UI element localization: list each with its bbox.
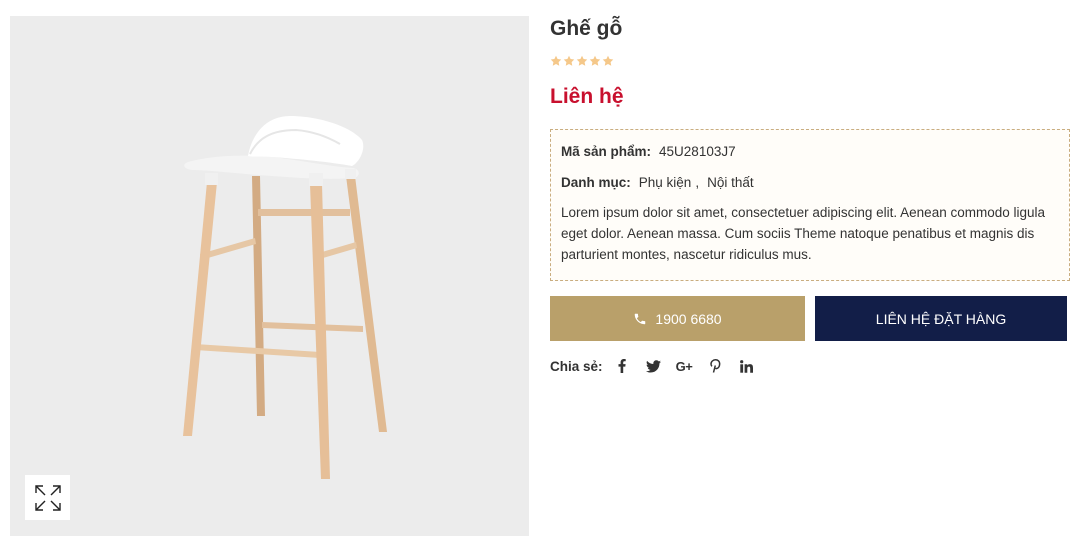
share-twitter-button[interactable] [638, 356, 669, 376]
share-google-plus-button[interactable]: G+ [669, 356, 700, 376]
category-separator: , [695, 174, 700, 190]
product-meta-box: Mã sản phẩm: 45U28103J7 Danh mục: Phụ ki… [550, 129, 1070, 281]
share-label: Chia sẻ: [550, 358, 603, 374]
share-linkedin-button[interactable] [731, 356, 762, 376]
star-icon [550, 55, 562, 66]
linkedin-icon [739, 359, 753, 373]
star-icon [589, 55, 601, 66]
sku-value: 45U28103J7 [659, 143, 736, 159]
action-buttons: 1900 6680 LIÊN HỆ ĐẶT HÀNG [550, 296, 1070, 341]
phone-icon [635, 313, 646, 324]
share-pinterest-button[interactable] [700, 356, 731, 376]
star-icon [576, 55, 588, 66]
product-info: Ghế gỗ Liên hệ Mã sản phẩm: 45U28103J7 D… [550, 14, 1070, 376]
share-bar: Chia sẻ: G+ [550, 356, 1070, 376]
zoom-button[interactable] [25, 475, 70, 520]
expand-arrows-icon [34, 484, 61, 511]
category-row: Danh mục: Phụ kiện , Nội thất [561, 173, 1059, 191]
product-description: Lorem ipsum dolor sit amet, consectetuer… [561, 205, 1046, 262]
product-price: Liên hệ [550, 85, 624, 108]
product-title: Ghế gỗ [550, 17, 623, 40]
pinterest-icon [709, 359, 720, 373]
call-hotline-button[interactable]: 1900 6680 [550, 296, 805, 341]
product-image-gallery [10, 16, 529, 536]
category-link-noi-that[interactable]: Nội thất [707, 175, 754, 190]
share-facebook-button[interactable] [607, 356, 638, 376]
category-link-phu-kien[interactable]: Phụ kiện [639, 175, 692, 190]
google-plus-icon: G+ [675, 358, 693, 374]
star-icon [563, 55, 575, 66]
product-image[interactable] [10, 16, 529, 536]
sku-row: Mã sản phẩm: 45U28103J7 [561, 142, 1059, 160]
category-label: Danh mục: [561, 174, 631, 190]
rating-stars [550, 54, 1070, 68]
star-icon [602, 55, 614, 66]
contact-order-label: LIÊN HỆ ĐẶT HÀNG [875, 310, 1007, 327]
sku-label: Mã sản phẩm: [561, 143, 652, 159]
twitter-icon [645, 359, 661, 372]
facebook-icon [618, 359, 626, 373]
call-hotline-label: 1900 6680 [655, 310, 722, 327]
contact-order-button[interactable]: LIÊN HỆ ĐẶT HÀNG [815, 296, 1067, 341]
